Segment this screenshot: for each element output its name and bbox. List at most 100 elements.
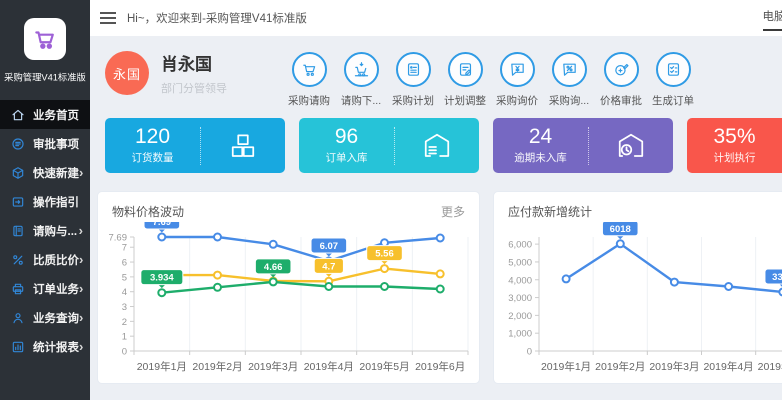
svg-text:2019年1月: 2019年1月 (541, 360, 591, 373)
boxes-icon (228, 131, 258, 161)
avatar: 永国 (105, 51, 149, 95)
topbar: Hi~，欢迎来到-采购管理V41标准版 电脑版 (90, 0, 782, 36)
sidebar-item-label: 快速新建 (33, 165, 79, 181)
printer-icon (11, 282, 25, 296)
quick-action-5[interactable]: 采购询价 (491, 52, 543, 108)
main-area: Hi~，欢迎来到-采购管理V41标准版 电脑版 永国 肖永国 部门分管领导 采购… (90, 0, 782, 400)
quick-action-1[interactable]: 采购请购 (283, 52, 335, 108)
sidebar-item-1[interactable]: 业务首页 (0, 100, 90, 129)
svg-text:6,000: 6,000 (508, 240, 532, 251)
welcome-text: Hi~，欢迎来到-采购管理V41标准版 (127, 10, 307, 26)
printer-icon (11, 282, 25, 296)
svg-text:2019年5月: 2019年5月 (359, 360, 409, 373)
guide-icon (11, 195, 25, 209)
svg-text:2: 2 (122, 317, 127, 328)
sidebar-item-6[interactable]: 比质比价› (0, 245, 90, 274)
cart-icon (292, 52, 327, 87)
create-icon (11, 166, 25, 180)
sidebar-item-2[interactable]: 审批事项 (0, 129, 90, 158)
sidebar-item-7[interactable]: 订单业务› (0, 274, 90, 303)
sidebar-item-label: 操作指引 (33, 194, 79, 210)
quick-action-2[interactable]: 请购下... (335, 52, 387, 108)
chart-title: 应付款新增统计 (508, 203, 592, 220)
more-link[interactable]: 更多 (441, 203, 465, 220)
chevron-right-icon: › (79, 253, 83, 266)
cart-down-icon (344, 52, 379, 87)
svg-text:4.66: 4.66 (264, 262, 283, 273)
sidebar-item-5[interactable]: 请购与...› (0, 216, 90, 245)
warehouse-clock-icon (589, 131, 673, 161)
chat-rate-icon (552, 52, 587, 87)
guide-icon (11, 195, 25, 209)
warehouse-in-icon (422, 131, 452, 161)
svg-text:4.7: 4.7 (322, 261, 335, 272)
user-name: 肖永国 (161, 50, 227, 75)
sidebar-item-8[interactable]: 业务查询› (0, 303, 90, 332)
stat-label: 订货数量 (105, 150, 200, 165)
sidebar-item-label: 业务首页 (33, 107, 79, 123)
cart-down-icon (353, 61, 370, 78)
svg-text:2,000: 2,000 (508, 311, 532, 322)
quick-action-4[interactable]: 计划调整 (439, 52, 491, 108)
stat-label: 订单入库 (299, 150, 394, 165)
svg-text:0: 0 (122, 347, 127, 358)
doc-icon (11, 224, 25, 238)
quick-action-label: 价格审批 (595, 93, 647, 108)
sidebar-item-9[interactable]: 统计报表› (0, 332, 90, 361)
stat-cards: 120 订货数量 96 订单入库 24逾期未入库 35%计划执行 (105, 118, 782, 173)
svg-text:2019年3月: 2019年3月 (248, 360, 298, 373)
svg-text:5: 5 (122, 272, 127, 283)
sidebar-item-label: 比质比价 (33, 252, 79, 268)
chart-card-material-price: 物料价格波动 更多 012345677.692019年1月2019年2月2019… (97, 191, 480, 384)
svg-text:1: 1 (122, 332, 127, 343)
quick-action-label: 采购询价 (491, 93, 543, 108)
warehouse-clock-icon (616, 131, 646, 161)
doc-edit-icon (457, 61, 474, 78)
stat-value: 120 (105, 126, 200, 148)
cart-logo-icon (32, 26, 58, 52)
stat-card-2[interactable]: 96 订单入库 (299, 118, 479, 173)
app-title: 采购管理V41标准版 (3, 70, 87, 84)
chat-yen-icon (509, 61, 526, 78)
quick-actions: 采购请购请购下...采购计划计划调整采购询价采购询...价格审批生成订单 (283, 52, 699, 108)
sidebar-item-label: 请购与... (33, 223, 77, 239)
tab-device-pc[interactable]: 电脑版 (763, 8, 782, 31)
stat-value: 96 (299, 126, 394, 148)
sidebar: 采购管理V41标准版 业务首页审批事项快速新建›操作指引请购与...›比质比价›… (0, 0, 90, 400)
percent-icon (11, 253, 25, 267)
sidebar-item-4[interactable]: 操作指引 (0, 187, 90, 216)
svg-text:3312: 3312 (772, 272, 782, 283)
hamburger-menu-icon[interactable] (100, 9, 116, 27)
svg-text:6.07: 6.07 (320, 241, 339, 252)
approval-icon (11, 137, 25, 151)
doc-icon (11, 224, 25, 238)
quick-action-3[interactable]: 采购计划 (387, 52, 439, 108)
user-icon (11, 311, 25, 325)
order-check-icon (656, 52, 691, 87)
quick-action-8[interactable]: 生成订单 (647, 52, 699, 108)
svg-text:4: 4 (122, 287, 127, 298)
quick-action-label: 采购询... (543, 93, 595, 108)
chat-rate-icon (561, 61, 578, 78)
quick-action-7[interactable]: 价格审批 (595, 52, 647, 108)
stat-label: 计划执行 (687, 150, 782, 165)
doc-edit-icon (448, 52, 483, 87)
sidebar-item-3[interactable]: 快速新建› (0, 158, 90, 187)
sidebar-menu: 业务首页审批事项快速新建›操作指引请购与...›比质比价›订单业务›业务查询›统… (0, 100, 90, 361)
stat-card-1[interactable]: 120 订货数量 (105, 118, 285, 173)
sidebar-item-label: 业务查询 (33, 310, 79, 326)
chart-card-payables: 应付款新增统计 01,0002,0003,0004,0005,0006,0002… (493, 191, 782, 384)
report-icon (11, 340, 25, 354)
sidebar-item-label: 审批事项 (33, 136, 79, 152)
stat-label: 逾期未入库 (493, 150, 588, 165)
quick-action-label: 采购计划 (387, 93, 439, 108)
chevron-right-icon: › (79, 282, 83, 295)
badge-edit-icon (613, 61, 630, 78)
app-logo (24, 18, 66, 60)
quick-action-6[interactable]: 采购询... (543, 52, 595, 108)
svg-text:6018: 6018 (610, 224, 631, 235)
stat-card-4[interactable]: 35%计划执行 (687, 118, 782, 173)
svg-text:4,000: 4,000 (508, 275, 532, 286)
stat-card-3[interactable]: 24逾期未入库 (493, 118, 673, 173)
svg-text:2019年4月: 2019年4月 (703, 360, 753, 373)
